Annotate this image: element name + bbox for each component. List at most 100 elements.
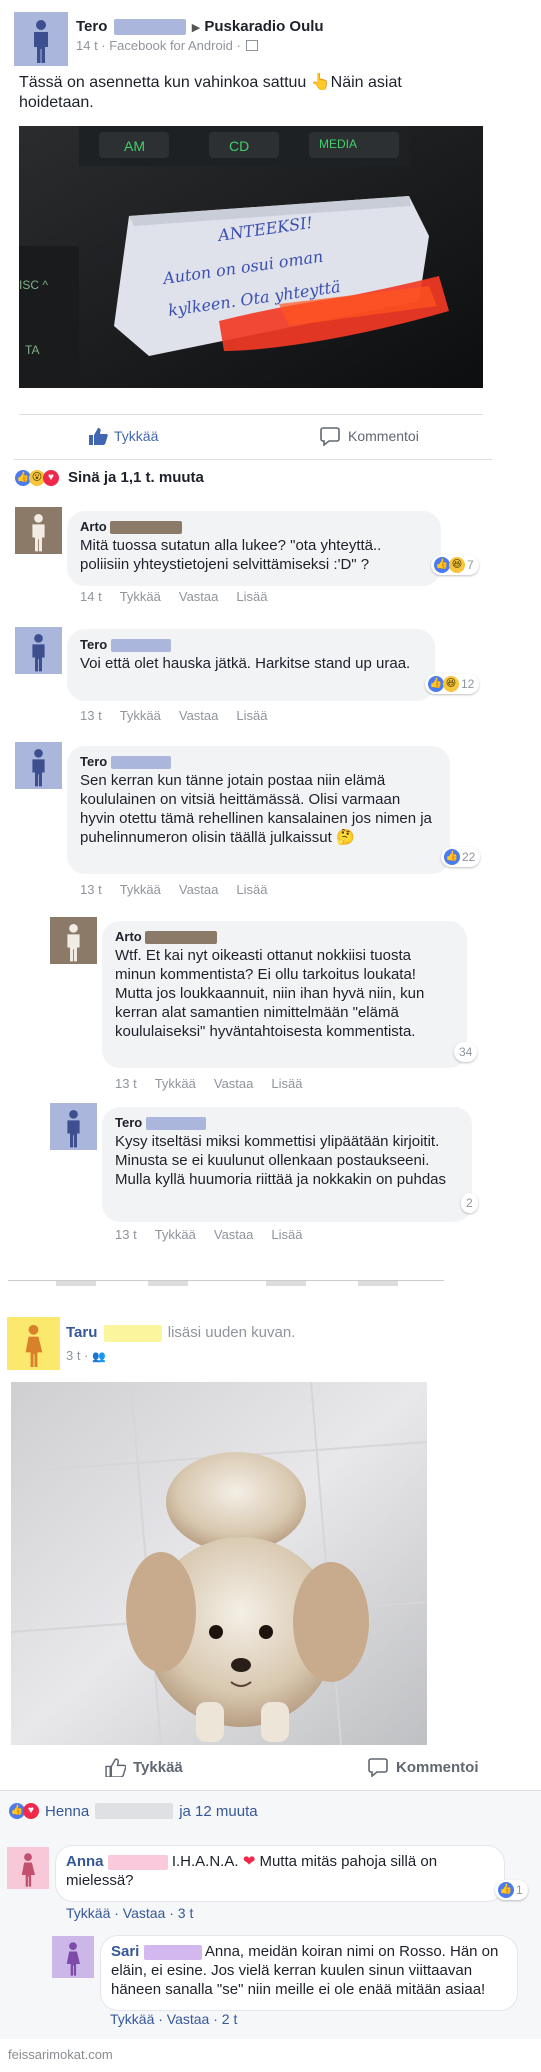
- comment-author[interactable]: Anna: [66, 1853, 104, 1870]
- triangle-right-icon: ▶: [191, 22, 201, 34]
- post1-timestamp[interactable]: 14 t · Facebook for Android ·: [76, 38, 241, 53]
- comment-like-link[interactable]: Tykkää: [155, 1076, 196, 1091]
- divider: [19, 414, 483, 415]
- comment-reply-link[interactable]: Vastaa: [179, 708, 219, 723]
- redaction-bar: [143, 1944, 202, 1960]
- comment-text: Mitä tuossa sutatun alla lukee? "ota yht…: [80, 537, 382, 573]
- post1-avatar[interactable]: [14, 12, 68, 66]
- person-icon: [32, 513, 45, 552]
- photo-button-am: AM: [124, 138, 145, 154]
- comment-text: Wtf. Et kai nyt oikeasti ottanut nokkiis…: [115, 947, 425, 1040]
- reactions-rest[interactable]: ja 12 muuta: [179, 1803, 257, 1820]
- comment-actions[interactable]: Tykkää · Vastaa · 3 t: [66, 1905, 193, 1921]
- comment-author[interactable]: Sari: [111, 1943, 139, 1960]
- comment-reactions[interactable]: 34: [454, 1042, 478, 1062]
- post1-timestamp-row: 14 t · Facebook for Android ·: [76, 38, 259, 53]
- comment-more-link[interactable]: Lisää: [271, 1076, 302, 1091]
- person-icon: [67, 923, 80, 962]
- redaction-bar: [113, 19, 186, 36]
- post2-timestamp[interactable]: 3 t ·: [66, 1348, 88, 1363]
- comment-reactions[interactable]: 2: [461, 1193, 478, 1213]
- comment-time[interactable]: 13 t: [80, 708, 102, 723]
- comment-avatar[interactable]: [7, 1847, 49, 1889]
- comment-author[interactable]: Tero: [80, 753, 438, 770]
- like-reaction-icon: 👍: [434, 557, 450, 573]
- comment-bubble: Tero Voi että olet hauska jätkä. Harkits…: [67, 629, 435, 701]
- reaction-count: 34: [459, 1045, 473, 1059]
- reaction-count: 12: [461, 677, 475, 691]
- comment-reactions[interactable]: 👍 1: [495, 1880, 528, 1900]
- comment-avatar[interactable]: [15, 507, 62, 554]
- redaction-bar: [95, 1803, 174, 1819]
- comment-bubble: Arto Mitä tuossa sutatun alla lukee? "ot…: [67, 511, 441, 586]
- comment-more-link[interactable]: Lisää: [236, 882, 267, 897]
- svg-text:TA: TA: [25, 343, 39, 357]
- post1-author-name[interactable]: Tero: [76, 18, 107, 35]
- comment-bubble-icon: [368, 1757, 388, 1777]
- post2-author-name[interactable]: Taru: [66, 1324, 97, 1341]
- reaction-count: 7: [467, 558, 474, 572]
- comment-avatar[interactable]: [15, 627, 62, 674]
- post1-like-label: Tykkää: [114, 428, 159, 444]
- reply-avatar[interactable]: [50, 1103, 97, 1150]
- comment-time[interactable]: 14 t: [80, 589, 102, 604]
- post2-avatar[interactable]: [7, 1317, 60, 1370]
- post1-comment-button[interactable]: Kommentoi: [320, 423, 419, 449]
- photo-button-media: MEDIA: [319, 137, 357, 151]
- post2-header: Taru lisäsi uuden kuvan.: [66, 1324, 295, 1342]
- comment-author[interactable]: Arto: [115, 928, 455, 945]
- comment-actions: 13 t Tykkää Vastaa Lisää: [115, 1076, 320, 1091]
- comment-reply-link[interactable]: Vastaa: [214, 1076, 254, 1091]
- comment-reply-link[interactable]: Vastaa: [179, 589, 219, 604]
- post1-text: Tässä on asennetta kun vahinkoa sattuu 👆…: [19, 74, 402, 111]
- post2-like-button[interactable]: Tykkää: [105, 1754, 183, 1780]
- comment-time[interactable]: 13 t: [115, 1076, 137, 1091]
- post2-reactions-summary[interactable]: 👍 ♥ Henna ja 12 muuta: [0, 1791, 541, 1831]
- comment-like-link[interactable]: Tykkää: [120, 589, 161, 604]
- comment-time[interactable]: 13 t: [115, 1227, 137, 1242]
- comment-avatar[interactable]: [15, 742, 62, 789]
- comment-actions: 13 t Tykkää Vastaa Lisää: [115, 1227, 320, 1242]
- comment-like-link[interactable]: Tykkää: [155, 1227, 196, 1242]
- redaction-bar: [110, 521, 183, 535]
- comment-reactions[interactable]: 👍 😆 12: [425, 674, 480, 694]
- divider: [14, 459, 492, 460]
- post1-photo[interactable]: AM CD MEDIA ISC ^ TA ANTEEKSI! Auton on …: [19, 126, 483, 388]
- haha-reaction-icon: 😆: [449, 557, 465, 573]
- thumbs-up-icon: [105, 1757, 126, 1777]
- comment-more-link[interactable]: Lisää: [271, 1227, 302, 1242]
- comment-more-link[interactable]: Lisää: [236, 589, 267, 604]
- post2-photo[interactable]: [11, 1382, 427, 1745]
- haha-reaction-icon: 😆: [443, 676, 459, 692]
- comment-author[interactable]: Tero: [115, 1114, 460, 1131]
- post2-comment-button[interactable]: Kommentoi: [368, 1754, 479, 1780]
- reactions-name[interactable]: Henna: [45, 1803, 89, 1820]
- comment-bubble-icon: [320, 426, 340, 446]
- person-icon: [25, 1324, 43, 1368]
- comment-actions: 13 t Tykkää Vastaa Lisää: [80, 708, 285, 723]
- person-icon: [67, 1109, 80, 1148]
- reaction-count: 2: [466, 1196, 473, 1210]
- reactions-count-text: Sinä ja 1,1 t. muuta: [68, 469, 204, 486]
- comment-reactions[interactable]: 👍 😆 7: [431, 555, 479, 575]
- reaction-count: 1: [516, 1883, 523, 1897]
- comment-like-link[interactable]: Tykkää: [120, 882, 161, 897]
- reply-avatar[interactable]: [52, 1936, 94, 1978]
- comment-like-link[interactable]: Tykkää: [120, 708, 161, 723]
- person-icon: [21, 1853, 35, 1887]
- heart-emoji-icon: ❤: [242, 1853, 256, 1870]
- post1-like-button[interactable]: Tykkää: [88, 423, 158, 449]
- comment-reply-link[interactable]: Vastaa: [179, 882, 219, 897]
- comment-author[interactable]: Tero: [80, 636, 423, 653]
- reply-avatar[interactable]: [50, 917, 97, 964]
- reply-actions[interactable]: Tykkää · Vastaa · 2 t: [110, 2011, 237, 2027]
- comment-author[interactable]: Arto: [80, 518, 429, 535]
- comment-time[interactable]: 13 t: [80, 882, 102, 897]
- post1-reactions-summary[interactable]: 👍 😮 ♥ Sinä ja 1,1 t. muuta: [15, 469, 204, 486]
- post2-like-label: Tykkää: [133, 1758, 183, 1776]
- person-icon: [32, 633, 45, 672]
- comment-more-link[interactable]: Lisää: [236, 708, 267, 723]
- comment-reply-link[interactable]: Vastaa: [214, 1227, 254, 1242]
- comment-reactions[interactable]: 👍 22: [441, 847, 481, 867]
- post1-page-name[interactable]: Puskaradio Oulu: [204, 18, 323, 35]
